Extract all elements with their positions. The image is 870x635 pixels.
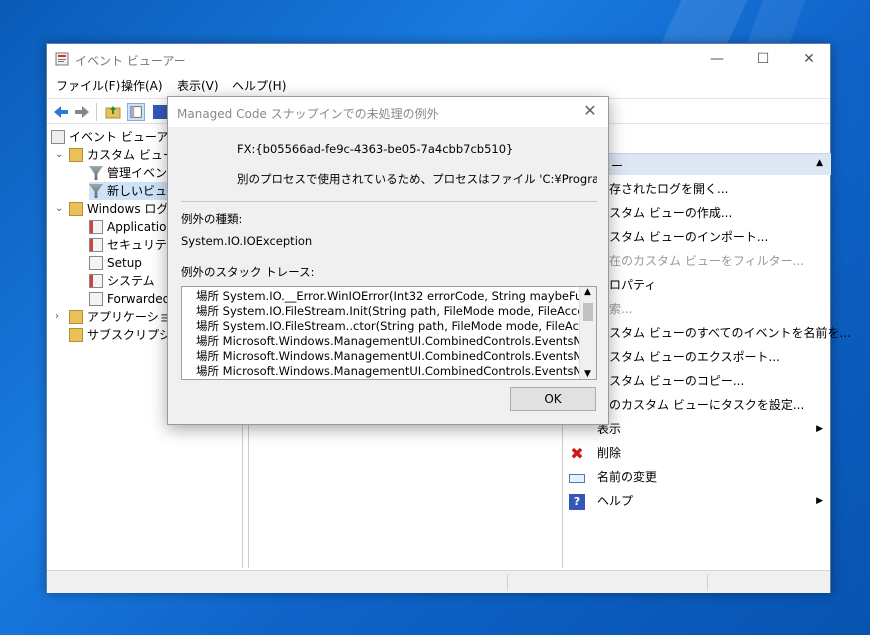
stack-trace-line: 場所 System.IO.FileStream..ctor(String pat… [196,319,597,333]
subscription-icon [69,328,83,342]
tree-item-application[interactable]: Application [89,218,174,236]
back-arrow-icon[interactable] [52,103,70,121]
dialog-title: Managed Code スナップインでの未処理の例外 [177,107,439,121]
rename-icon [569,474,585,483]
dialog-message-area: FX:{b05566ad-fe9c-4363-be05-7a4cbb7cb510… [168,127,608,209]
dialog-title-bar: Managed Code スナップインでの未処理の例外 ✕ [168,97,608,127]
title-bar: イベント ビューアー — ☐ ✕ [47,44,830,74]
stack-trace-line: 場所 System.IO.__Error.WinIOError(Int32 er… [196,289,597,303]
submenu-arrow-icon: ▶ [816,496,823,506]
folder-icon [69,148,83,162]
chevron-right-icon[interactable]: › [55,311,65,322]
tree-item-custom-views[interactable]: カスタム ビュー [69,146,175,164]
chevron-down-icon[interactable]: ⌄ [55,203,65,214]
menu-view[interactable]: 表示(V) [177,77,219,94]
vertical-scrollbar[interactable]: ▲ ▼ [579,287,596,379]
window-title: イベント ビューアー [75,54,186,68]
stack-trace-box[interactable]: 場所 System.IO.__Error.WinIOError(Int32 er… [181,286,597,380]
show-hide-tree-icon[interactable] [127,103,145,121]
submenu-arrow-icon: ▶ [816,424,823,434]
collapse-arrow-icon[interactable]: ▲ [816,158,823,168]
menu-action[interactable]: 操作(A) [121,77,163,94]
tree-item-new-view[interactable]: 新しいビュー [89,182,180,200]
tree-item-windows-logs[interactable]: Windows ログ [69,200,168,218]
menu-help[interactable]: ヘルプ(H) [232,77,286,94]
event-viewer-icon [51,130,65,144]
stack-trace-line: 場所 System.IO.FileStream.Init(String path… [196,304,597,318]
action-rename[interactable]: 名前の変更 [565,465,831,489]
stack-trace-label: 例外のスタック トレース: [181,265,315,279]
scrollbar-thumb[interactable] [583,303,593,321]
log-icon [89,220,103,234]
status-segment [707,574,832,591]
tree-item-admin-events[interactable]: 管理イベント [89,164,179,182]
tree-item-security[interactable]: セキュリティ [89,236,178,254]
log-icon [89,238,103,252]
stack-trace-line: 場所 Microsoft.Windows.ManagementUI.Combin… [196,334,597,348]
log-icon [89,256,103,270]
tree-item-system[interactable]: システム [89,272,155,290]
folder-up-icon[interactable] [104,103,122,121]
stack-trace-line: 場所 Microsoft.Windows.ManagementUI.Combin… [196,349,597,363]
maximize-button[interactable]: ☐ [741,48,785,70]
folder-icon [69,202,83,216]
chevron-down-icon[interactable]: ⌄ [55,149,65,160]
exception-type-label: 例外の種類: [181,212,243,226]
help-icon: ? [569,494,585,510]
delete-icon: ✖ [570,444,584,463]
log-icon [89,292,103,306]
error-message-text: 別のプロセスで使用されているため、プロセスはファイル 'C:¥ProgramDa… [237,172,597,186]
scroll-up-icon[interactable]: ▲ [584,287,591,297]
action-help[interactable]: ? ヘルプ ▶ [565,489,831,513]
scroll-down-icon[interactable]: ▼ [584,369,591,379]
toolbar-separator [96,103,97,121]
filter-icon [89,166,103,180]
forward-arrow-icon[interactable] [73,103,91,121]
fx-guid-text: FX:{b05566ad-fe9c-4363-be05-7a4cbb7cb510… [237,142,514,156]
dialog-close-icon[interactable]: ✕ [580,101,600,121]
stack-trace-line: 場所 Microsoft.Windows.ManagementUI.Combin… [196,364,597,378]
menu-bar: ファイル(F) 操作(A) 表示(V) ヘルプ(H) [47,74,830,96]
exception-type-value: System.IO.IOException [181,234,313,248]
status-segment [507,574,707,591]
dialog-separator [181,201,597,202]
event-viewer-icon [55,52,69,66]
folder-icon [69,310,83,324]
action-delete[interactable]: ✖ 削除 [565,441,831,465]
menu-file[interactable]: ファイル(F) [56,77,120,94]
tree-item-setup[interactable]: Setup [89,254,142,272]
close-button[interactable]: ✕ [787,48,831,70]
filter-icon [89,184,103,198]
ok-button[interactable]: OK [510,387,596,411]
exception-dialog: Managed Code スナップインでの未処理の例外 ✕ FX:{b05566… [167,96,609,425]
tree-item-forwarded[interactable]: Forwarded [89,290,170,308]
log-icon [89,274,103,288]
status-bar [47,570,830,593]
minimize-button[interactable]: — [695,48,739,70]
